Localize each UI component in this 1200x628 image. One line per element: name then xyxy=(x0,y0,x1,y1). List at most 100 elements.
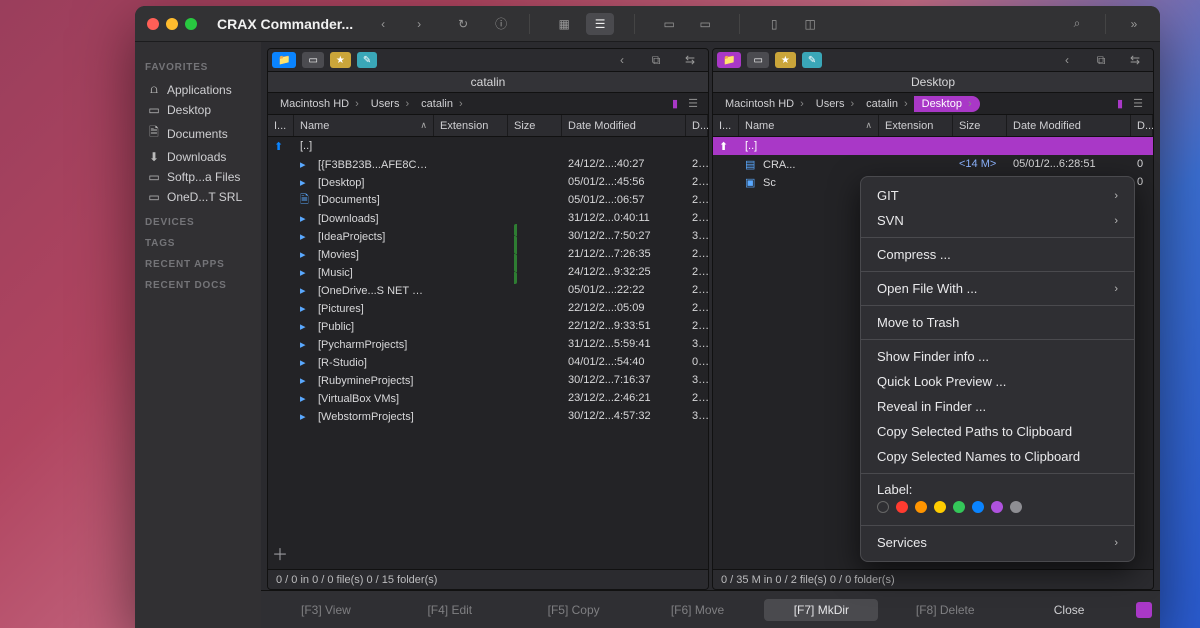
context-menu-item[interactable]: SVN› xyxy=(861,208,1134,233)
listmode-icon[interactable]: ☰ xyxy=(684,97,702,110)
parent-dir-row[interactable]: ⬆[..] xyxy=(268,137,708,155)
file-row[interactable]: ▸[PycharmProjects]31/12/2...5:59:4135 xyxy=(268,335,708,353)
label-color-swatch[interactable] xyxy=(991,501,1003,513)
context-menu-item[interactable]: Reveal in Finder ... xyxy=(861,394,1134,419)
context-menu-item[interactable]: GIT› xyxy=(861,183,1134,208)
context-menu-item[interactable]: Compress ... xyxy=(861,242,1134,267)
pane-tool-icon[interactable]: ▭ xyxy=(302,52,323,68)
panel-single-icon[interactable]: ▯ xyxy=(760,13,788,35)
reload-icon[interactable]: ↻ xyxy=(449,13,477,35)
context-menu-item[interactable]: Open File With ...› xyxy=(861,276,1134,301)
fn-button[interactable]: [F6] Move xyxy=(641,603,755,617)
column-header[interactable]: Date Modified xyxy=(1007,115,1131,136)
minimize-window-button[interactable] xyxy=(166,18,178,30)
sidebar-item[interactable]: 🗎Documents xyxy=(143,120,253,147)
sidebar-item[interactable]: ▭Softp...a Files xyxy=(143,167,253,187)
info-icon[interactable]: ⓘ xyxy=(487,13,515,35)
file-row[interactable]: ▸[RubymineProjects]30/12/2...7:16:3730 xyxy=(268,371,708,389)
fn-button[interactable]: [F8] Delete xyxy=(888,603,1002,617)
panel-dual-icon[interactable]: ◫ xyxy=(796,13,824,35)
column-header[interactable]: Size xyxy=(508,115,562,136)
column-header[interactable]: Date Modified xyxy=(562,115,686,136)
pane-swap-icon[interactable]: ⇆ xyxy=(1121,49,1149,71)
close-window-button[interactable] xyxy=(147,18,159,30)
pane-tool-icon[interactable]: 📁 xyxy=(717,52,741,68)
filter-icon[interactable]: ▮ xyxy=(666,97,684,110)
drive-a-icon[interactable]: ▭ xyxy=(655,13,683,35)
sidebar-item[interactable]: ▭OneD...T SRL xyxy=(143,187,253,207)
label-color-swatch[interactable] xyxy=(1010,501,1022,513)
file-row[interactable]: ▸[WebstormProjects]30/12/2...4:57:3230 xyxy=(268,407,708,425)
file-row[interactable]: 🗎[Documents]05/01/2...:06:5722 xyxy=(268,191,708,209)
breadcrumb-segment[interactable]: catalin xyxy=(860,98,913,110)
column-header[interactable]: D... xyxy=(1131,115,1153,136)
sidebar-item[interactable]: ⬇Downloads xyxy=(143,147,253,167)
column-header[interactable]: I... xyxy=(713,115,739,136)
list-view-icon[interactable]: ☰ xyxy=(586,13,614,35)
context-menu-item[interactable]: Copy Selected Names to Clipboard xyxy=(861,444,1134,469)
pane-tool-icon[interactable]: ✎ xyxy=(357,52,377,68)
add-tab-button[interactable]: ＋ xyxy=(268,537,288,569)
file-row[interactable]: ▸[Public]22/12/2...9:33:5124 xyxy=(268,317,708,335)
context-menu-item[interactable]: Move to Trash xyxy=(861,310,1134,335)
breadcrumb-segment[interactable]: Users xyxy=(810,98,860,110)
fn-button[interactable]: [F3] View xyxy=(269,603,383,617)
pane-tool-icon[interactable]: ✎ xyxy=(802,52,822,68)
search-icon[interactable]: ⌕ xyxy=(1063,13,1091,35)
pane-back-icon[interactable]: ‹ xyxy=(608,49,636,71)
grid-view-icon[interactable]: ▦ xyxy=(550,13,578,35)
fn-button[interactable]: [F7] MkDir xyxy=(764,599,878,621)
pane-copy-icon[interactable]: ⧉ xyxy=(642,49,670,71)
context-menu-item[interactable]: Show Finder info ... xyxy=(861,344,1134,369)
file-row[interactable]: ▸[Downloads]31/12/2...0:40:1122 xyxy=(268,209,708,227)
label-color-swatch[interactable] xyxy=(934,501,946,513)
pane-copy-icon[interactable]: ⧉ xyxy=(1087,49,1115,71)
left-filelist[interactable]: ⬆[..]▸[{F3BB23B...AFE8C8;]24/12/2...:40:… xyxy=(268,137,708,537)
fn-button[interactable]: [F4] Edit xyxy=(393,603,507,617)
file-row[interactable]: ▤CRA...<14 M>05/01/2...6:28:510 xyxy=(713,155,1153,173)
column-header[interactable]: Extension xyxy=(879,115,953,136)
file-row[interactable]: ▸[OneDrive...S NET SRL]05/01/2...:22:222… xyxy=(268,281,708,299)
file-row[interactable]: ▸[Desktop]05/01/2...:45:5622 xyxy=(268,173,708,191)
file-row[interactable]: ▸[IdeaProjects]30/12/2...7:50:2730 xyxy=(268,227,708,245)
column-header[interactable]: D... xyxy=(686,115,708,136)
status-indicator-icon[interactable] xyxy=(1136,602,1152,618)
right-tab[interactable]: Desktop xyxy=(713,71,1153,93)
column-header[interactable]: Size xyxy=(953,115,1007,136)
fn-button[interactable]: [F5] Copy xyxy=(517,603,631,617)
nav-forward-icon[interactable]: › xyxy=(405,13,433,35)
pane-tool-icon[interactable]: ★ xyxy=(330,52,351,68)
label-color-swatch[interactable] xyxy=(953,501,965,513)
pane-tool-icon[interactable]: ▭ xyxy=(747,52,768,68)
context-menu-item[interactable]: Copy Selected Paths to Clipboard xyxy=(861,419,1134,444)
context-menu-item[interactable]: Quick Look Preview ... xyxy=(861,369,1134,394)
sidebar-item[interactable]: ⩍Applications xyxy=(143,79,253,100)
file-row[interactable]: ▸[{F3BB23B...AFE8C8;]24/12/2...:40:2724 xyxy=(268,155,708,173)
file-row[interactable]: ▸[Movies]21/12/2...7:26:3522 xyxy=(268,245,708,263)
breadcrumb-segment[interactable]: Desktop xyxy=(914,96,980,112)
column-header[interactable]: I... xyxy=(268,115,294,136)
file-row[interactable]: ▸[Music]24/12/2...9:32:2525 xyxy=(268,263,708,281)
nav-back-icon[interactable]: ‹ xyxy=(369,13,397,35)
overflow-icon[interactable]: » xyxy=(1120,13,1148,35)
pane-swap-icon[interactable]: ⇆ xyxy=(676,49,704,71)
drive-b-icon[interactable]: ▭ xyxy=(691,13,719,35)
file-row[interactable]: ▸[R-Studio]04/01/2...:54:4004 xyxy=(268,353,708,371)
column-header[interactable]: Name∧ xyxy=(294,115,434,136)
maximize-window-button[interactable] xyxy=(185,18,197,30)
breadcrumb-segment[interactable]: Macintosh HD xyxy=(274,98,365,110)
sidebar-item[interactable]: ▭Desktop xyxy=(143,100,253,120)
listmode-icon[interactable]: ☰ xyxy=(1129,97,1147,110)
pane-tool-icon[interactable]: 📁 xyxy=(272,52,296,68)
pane-back-icon[interactable]: ‹ xyxy=(1053,49,1081,71)
context-menu-item[interactable]: Services› xyxy=(861,530,1134,555)
breadcrumb-segment[interactable]: catalin xyxy=(415,98,468,110)
breadcrumb-segment[interactable]: Users xyxy=(365,98,415,110)
breadcrumb-segment[interactable]: Macintosh HD xyxy=(719,98,810,110)
file-row[interactable]: ▸[VirtualBox VMs]23/12/2...2:46:2122 xyxy=(268,389,708,407)
column-header[interactable]: Extension xyxy=(434,115,508,136)
close-button[interactable]: Close xyxy=(1012,603,1126,617)
column-header[interactable]: Name∧ xyxy=(739,115,879,136)
label-color-none[interactable] xyxy=(877,501,889,513)
label-color-swatch[interactable] xyxy=(972,501,984,513)
